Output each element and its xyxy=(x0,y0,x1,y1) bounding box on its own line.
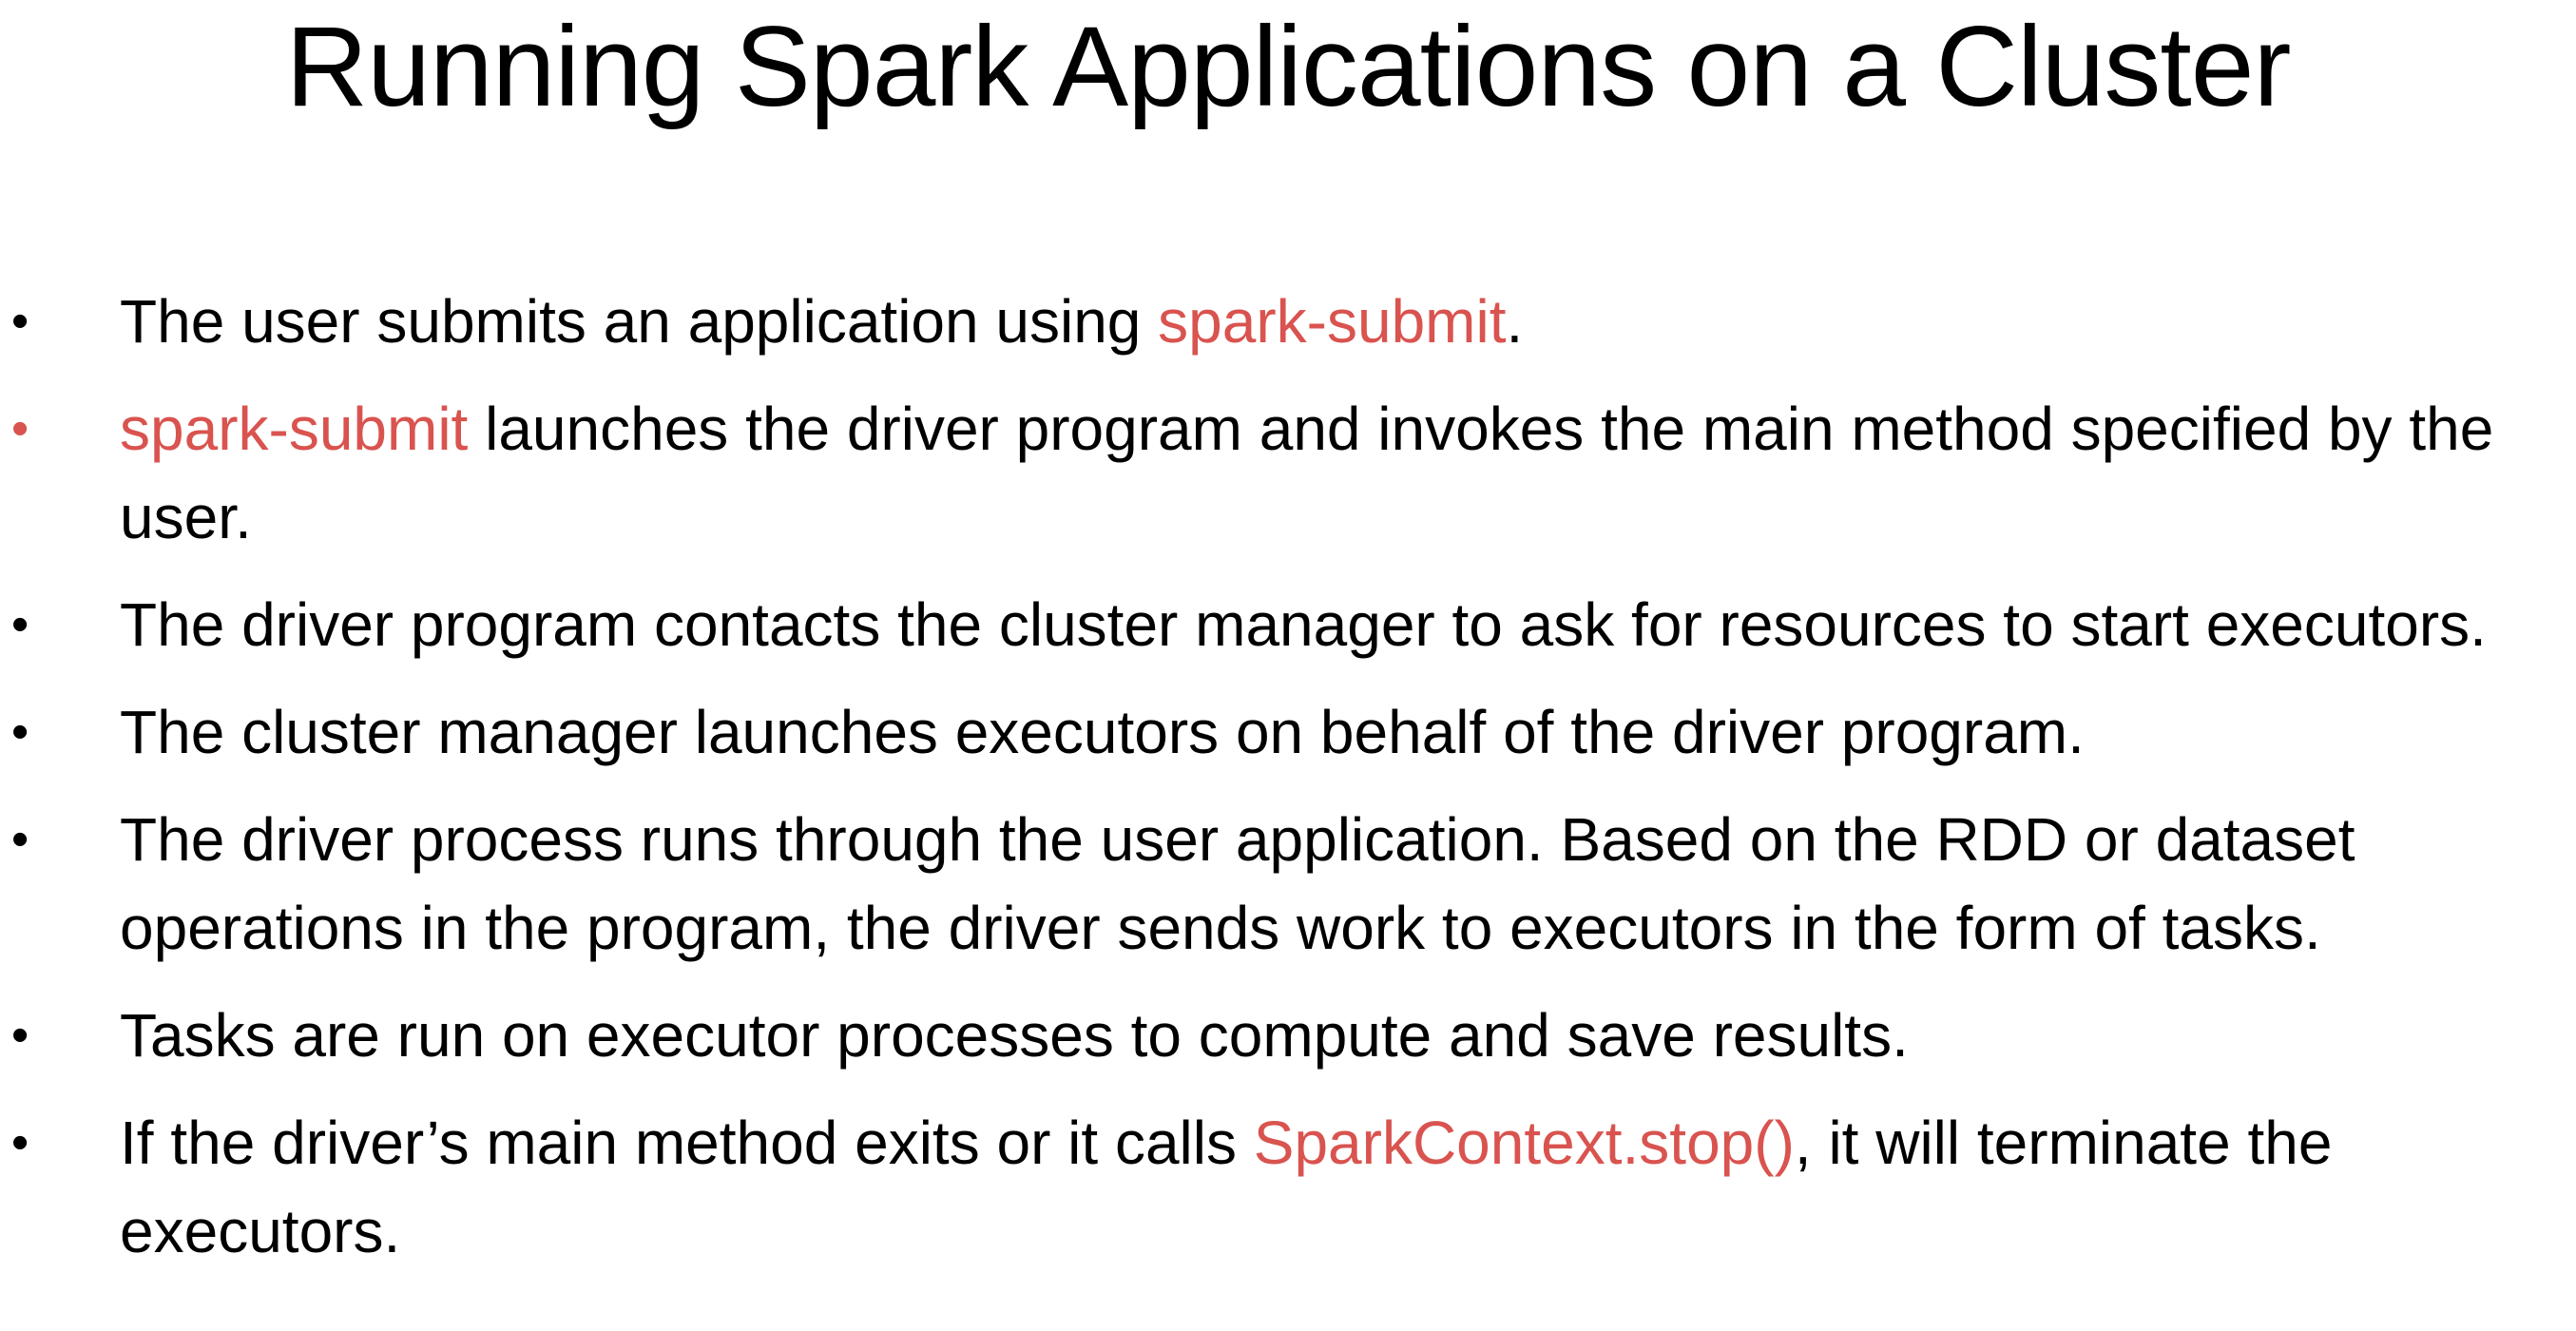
bullet-marker: • xyxy=(11,597,29,652)
bullet-text: launches the driver program and invokes … xyxy=(120,395,2494,551)
bullet-item: • The user submits an application using … xyxy=(0,278,2576,366)
bullet-text: The cluster manager launches executors o… xyxy=(120,698,2085,766)
bullet-marker: • xyxy=(11,812,29,867)
bullet-marker: • xyxy=(11,294,29,349)
bullet-item: • If the driver’s main method exits or i… xyxy=(0,1099,2576,1276)
bullet-text: The user submits an application using xyxy=(120,287,1159,356)
bullet-item: • The cluster manager launches executors… xyxy=(0,688,2576,777)
bullet-marker: • xyxy=(11,1008,29,1063)
slide-title: Running Spark Applications on a Cluster xyxy=(285,3,2292,130)
command-highlight: spark-submit xyxy=(120,395,469,463)
bullet-marker: • xyxy=(11,401,29,456)
bullet-text: Tasks are run on executor processes to c… xyxy=(120,1001,1909,1070)
bullet-text: The driver program contacts the cluster … xyxy=(120,590,2487,659)
bullet-text: . xyxy=(1506,287,1524,356)
bullet-item: • spark-submit launches the driver progr… xyxy=(0,385,2576,562)
bullet-text: The driver process runs through the user… xyxy=(120,805,2355,962)
bullet-item: • Tasks are run on executor processes to… xyxy=(0,992,2576,1080)
bullet-list: • The user submits an application using … xyxy=(0,278,2576,1295)
bullet-marker: • xyxy=(11,704,29,760)
slide: Running Spark Applications on a Cluster … xyxy=(0,0,2576,1331)
bullet-item: • The driver process runs through the us… xyxy=(0,796,2576,973)
bullet-text: If the driver’s main method exits or it … xyxy=(120,1109,1254,1177)
command-highlight: spark-submit xyxy=(1158,287,1507,356)
bullet-marker: • xyxy=(11,1115,29,1170)
code-highlight: SparkContext.stop() xyxy=(1253,1109,1795,1177)
bullet-item: • The driver program contacts the cluste… xyxy=(0,581,2576,669)
